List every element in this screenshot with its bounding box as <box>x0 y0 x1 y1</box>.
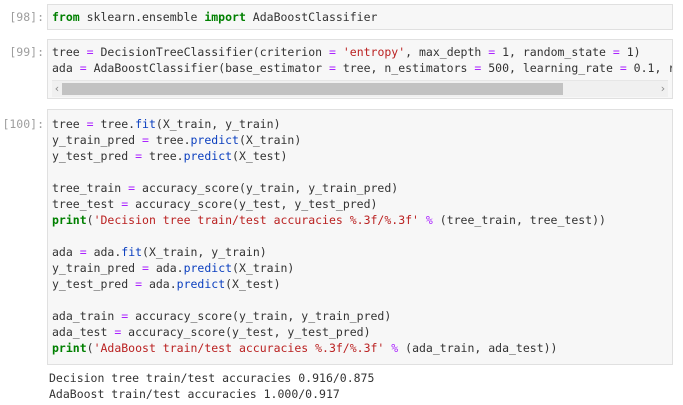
code-line: y_test_pred = tree.predict(X_test) <box>52 148 287 164</box>
code-token: ada. <box>86 245 122 259</box>
code-line: tree_test = accuracy_score(y_test, y_tes… <box>52 196 377 212</box>
code-token: tree. <box>148 133 191 147</box>
code-line: from sklearn.ensemble import AdaBoostCla… <box>52 9 377 25</box>
operator-token: = <box>86 117 94 131</box>
code-line: tree = DecisionTreeClassifier(criterion … <box>52 44 641 60</box>
code-token: (tree_train, tree_test)) <box>432 213 606 227</box>
code-token: sklearn.ensemble <box>79 10 205 24</box>
code-token: (X_train) <box>238 133 302 147</box>
code-line: y_train_pred = ada.predict(X_train) <box>52 260 294 276</box>
code-line: ada = ada.fit(X_train, y_train) <box>52 244 267 260</box>
keyword-token: import <box>204 10 246 24</box>
code-token: accuracy_score(y_train, y_train_pred) <box>128 309 392 323</box>
keyword-token: from <box>52 10 80 24</box>
code-line: print('Decision tree train/test accuraci… <box>52 212 606 228</box>
method-token: predict <box>183 149 233 163</box>
code-token: 500, learning_rate <box>481 61 620 75</box>
code-line: print('AdaBoost train/test accuracies %.… <box>52 340 557 356</box>
code-token: (X_train, y_train) <box>155 117 281 131</box>
operator-token: = <box>79 61 87 75</box>
operator-token: = <box>79 245 87 259</box>
method-token: fit <box>135 117 156 131</box>
code-token: ada_test <box>52 325 115 339</box>
code-cell-100[interactable]: tree = tree.fit(X_train, y_train) y_trai… <box>47 109 673 365</box>
code-token: tree_train <box>52 181 129 195</box>
keyword-token: print <box>52 341 87 355</box>
string-token: 'Decision tree train/test accuracies %.3… <box>93 213 419 227</box>
code-line: tree = tree.fit(X_train, y_train) <box>52 116 281 132</box>
cell-99-prompt: [99]: <box>9 45 44 59</box>
scroll-left-icon[interactable]: ‹ <box>52 81 62 97</box>
code-cell-99[interactable]: tree = DecisionTreeClassifier(criterion … <box>47 39 673 99</box>
code-token: y_test_pred <box>52 149 136 163</box>
code-token: (ada_train, ada_test)) <box>398 341 558 355</box>
operator-token: = <box>619 61 627 75</box>
code-line: ada_test = accuracy_score(y_test, y_test… <box>52 324 371 340</box>
cell-output-line: AdaBoost train/test accuracies 1.000/0.9… <box>49 387 340 401</box>
code-token: tree_test <box>52 197 122 211</box>
code-token: DecisionTreeClassifier(criterion <box>93 45 329 59</box>
code-token: 1) <box>619 45 641 59</box>
code-token: accuracy_score(y_test, y_test_pred) <box>121 325 371 339</box>
method-token: fit <box>121 245 143 259</box>
code-token: accuracy_score(y_train, y_train_pred) <box>135 181 399 195</box>
operator-token: = <box>612 45 620 59</box>
code-token: (X_train) <box>232 261 295 275</box>
code-token: ada <box>52 61 80 75</box>
code-token: tree <box>52 45 87 59</box>
code-token: y_train_pred <box>52 133 143 147</box>
operator-token: = <box>328 61 336 75</box>
string-token: 'AdaBoost train/test accuracies %.3f/%.3… <box>93 341 385 355</box>
code-token: accuracy_score(y_test, y_test_pred) <box>128 197 378 211</box>
operator-token: % <box>425 213 433 227</box>
code-token: y_train_pred <box>52 261 143 275</box>
code-token: 1, random_state <box>495 45 613 59</box>
code-token: AdaBoostClassifier(base_estimator <box>86 61 329 75</box>
method-token: predict <box>176 277 226 291</box>
code-token: tree, n_estimators <box>335 61 475 75</box>
code-token: y_test_pred <box>52 277 136 291</box>
code-line: tree_train = accuracy_score(y_train, y_t… <box>52 180 398 196</box>
code-line: ada_train = accuracy_score(y_train, y_tr… <box>52 308 391 324</box>
operator-token: = <box>328 45 336 59</box>
code-token: ada_train <box>52 309 122 323</box>
code-token: (X_test) <box>225 277 281 291</box>
code-token: ( <box>86 213 94 227</box>
code-token: ada. <box>142 277 177 291</box>
code-token: (X_train, y_train) <box>142 245 267 259</box>
operator-token: = <box>142 261 149 275</box>
horizontal-scrollbar[interactable]: ‹ › <box>52 80 668 97</box>
method-token: predict <box>190 133 239 147</box>
keyword-token: print <box>52 213 87 227</box>
scroll-right-icon[interactable]: › <box>658 81 668 97</box>
operator-token: = <box>86 45 94 59</box>
code-token: ( <box>86 341 94 355</box>
code-token: ada. <box>148 261 184 275</box>
method-token: predict <box>183 261 233 275</box>
code-line: y_test_pred = ada.predict(X_test) <box>52 276 281 292</box>
cell-100-prompt: [100]: <box>2 117 44 131</box>
scrollbar-thumb[interactable] <box>62 83 563 95</box>
code-token: tree. <box>93 117 136 131</box>
code-line: ada = AdaBoostClassifier(base_estimator … <box>52 60 672 76</box>
operator-token: = <box>135 277 143 291</box>
code-token: tree <box>52 117 87 131</box>
code-token: ada <box>52 245 80 259</box>
code-token: , max_depth <box>405 45 489 59</box>
code-token: (X_test) <box>232 149 288 163</box>
cell-output-line: Decision tree train/test accuracies 0.91… <box>49 371 375 385</box>
cell-98-prompt: [98]: <box>9 10 44 24</box>
code-token: AdaBoostClassifier <box>245 10 378 24</box>
code-cell-98[interactable]: from sklearn.ensemble import AdaBoostCla… <box>47 4 673 30</box>
operator-token: = <box>142 133 149 147</box>
code-line: y_train_pred = tree.predict(X_train) <box>52 132 301 148</box>
code-token: tree. <box>142 149 184 163</box>
string-token: 'entropy' <box>342 45 406 59</box>
code-token: 0.1, ra <box>633 61 672 75</box>
operator-token: = <box>135 149 143 163</box>
